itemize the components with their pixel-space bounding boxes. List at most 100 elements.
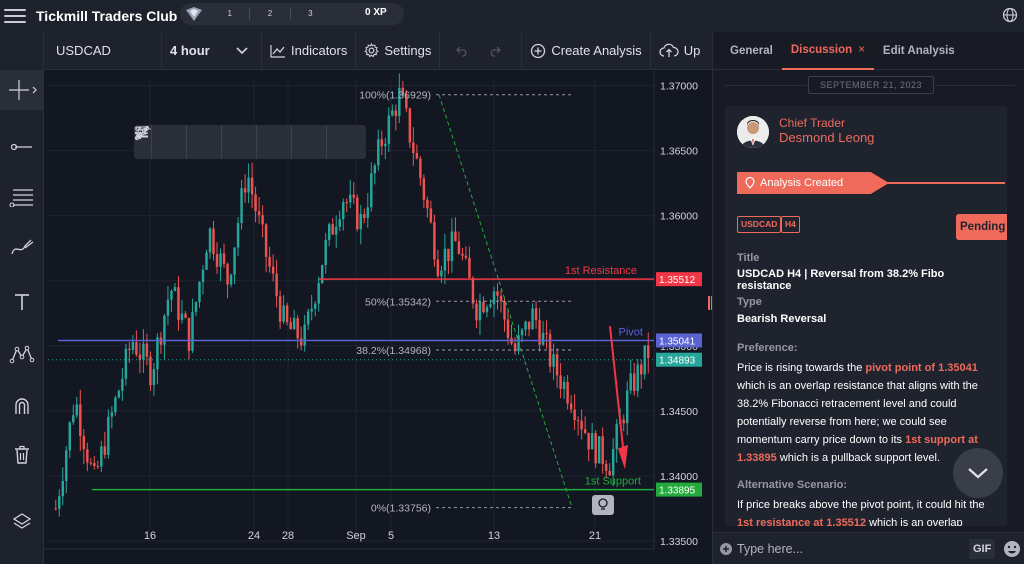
lightbulb-icon[interactable] <box>592 495 614 515</box>
pattern-tool[interactable] <box>0 334 44 374</box>
banner-line <box>887 182 1005 184</box>
tab-edit-analysis[interactable]: Edit Analysis <box>874 32 964 70</box>
settings-button[interactable]: Settings <box>356 31 441 70</box>
trend-line-tool[interactable] <box>0 127 44 167</box>
xp-levels: 1 2 3 <box>210 8 330 20</box>
candle-body <box>597 436 601 464</box>
candle-body <box>562 381 566 390</box>
candle-body <box>177 287 180 320</box>
candle-body <box>569 403 573 410</box>
layers-icon[interactable] <box>0 501 44 541</box>
candle-body <box>384 143 387 147</box>
candle-body <box>250 177 254 195</box>
preference-label: Preference: <box>737 342 798 354</box>
level-name-label: 1st Resistance <box>565 265 637 277</box>
tab-general[interactable]: General <box>721 32 782 70</box>
candle-body <box>506 319 510 338</box>
candle-body <box>482 301 485 313</box>
candle-body <box>349 194 352 203</box>
magnet-icon[interactable] <box>0 386 44 426</box>
text-tool[interactable] <box>0 282 44 322</box>
candle-body <box>212 228 215 255</box>
candle-body <box>552 354 555 367</box>
plus-circle-icon[interactable] <box>719 542 733 556</box>
status-badge[interactable]: Pending <box>956 214 1007 240</box>
candle-body <box>117 390 121 398</box>
interval-label: 4 hour <box>170 43 210 58</box>
crosshair-tool[interactable] <box>0 70 44 110</box>
author-name: Desmond Leong <box>779 130 875 145</box>
price-tick-label: 1.33500 <box>660 536 698 548</box>
candle-body <box>412 142 415 153</box>
candle-body <box>96 465 100 467</box>
alt-scenario-text: If price breaks above the pivot point, i… <box>737 496 1003 526</box>
candle-body <box>454 231 457 242</box>
message-input[interactable] <box>737 539 957 559</box>
candle-body <box>296 318 299 339</box>
parallel-channel-icon[interactable] <box>136 125 327 159</box>
time-tick-label: Sep <box>346 530 366 542</box>
candle-body <box>391 110 394 116</box>
candle-body <box>247 177 250 193</box>
indicators-button[interactable]: Indicators <box>262 31 357 70</box>
redo-icon[interactable] <box>488 45 502 57</box>
candle-body <box>236 223 240 248</box>
interval-dropdown[interactable]: 4 hour <box>162 31 262 70</box>
candle-body <box>289 322 292 330</box>
app-title: Tickmill Traders Club <box>36 8 178 24</box>
candle-body <box>170 290 173 300</box>
candle-body <box>373 165 377 174</box>
candle-body <box>611 449 615 476</box>
symbol-selector[interactable]: USDCAD <box>44 31 162 70</box>
fib-fan-icon[interactable] <box>135 125 362 159</box>
candle-body <box>331 224 334 235</box>
create-analysis-button[interactable]: Create Analysis <box>522 31 651 70</box>
candle-body <box>285 305 289 323</box>
emoji-icon[interactable] <box>1003 540 1021 558</box>
preference-text: Price is rising towards the pivot point … <box>737 359 1003 467</box>
price-chart[interactable]: 100%(1.36929) 50%(1.35342) 38.2%(1.34968) 0… <box>44 71 712 564</box>
candle-body <box>198 282 201 303</box>
scroll-down-button[interactable] <box>953 448 1003 498</box>
candle-body <box>75 404 79 416</box>
candle-body <box>566 381 569 404</box>
candle-body <box>594 433 597 464</box>
time-tick-label: 21 <box>589 530 601 542</box>
candle-body <box>233 247 236 275</box>
candle-body <box>303 324 306 346</box>
candle-body <box>205 252 208 270</box>
candle-body <box>426 199 429 209</box>
gear-icon <box>364 43 380 58</box>
candle-body <box>636 364 639 392</box>
candle-body <box>222 253 226 264</box>
candle-body <box>194 302 198 312</box>
undo-icon[interactable] <box>455 45 469 57</box>
brush-tool[interactable] <box>0 227 44 267</box>
tab-discussion[interactable]: Discussion × <box>781 32 874 70</box>
ray-icon[interactable] <box>135 125 292 159</box>
price-tick-label: 1.34500 <box>660 406 698 418</box>
gif-button[interactable]: GIF <box>969 539 996 559</box>
extended-line-icon[interactable] <box>135 125 222 159</box>
level-name-label: 1st Support <box>585 476 641 488</box>
upload-button[interactable]: Up <box>651 32 700 70</box>
candle-body <box>647 345 650 359</box>
fib-level-label: 50%(1.35342) <box>365 296 431 308</box>
close-icon[interactable]: × <box>858 44 865 56</box>
globe-icon[interactable] <box>1002 7 1018 28</box>
candle-body <box>356 197 359 230</box>
candle-body <box>131 341 135 351</box>
fib-retracement-tool[interactable] <box>0 177 44 217</box>
time-tick-label: 13 <box>488 530 500 542</box>
horizontal-ray-icon[interactable] <box>134 125 187 159</box>
trend-line-icon[interactable] <box>134 125 257 159</box>
candle-body <box>264 224 268 257</box>
candle-body <box>496 291 499 296</box>
panel-tabs: General Discussion × Edit Analysis <box>713 32 1024 70</box>
candle-body <box>229 274 233 285</box>
hamburger-menu-icon[interactable] <box>4 9 26 23</box>
xp-level-2: 2 <box>250 8 291 20</box>
candle-body <box>166 299 170 316</box>
trash-icon[interactable] <box>0 435 44 475</box>
candle-body <box>89 462 93 464</box>
